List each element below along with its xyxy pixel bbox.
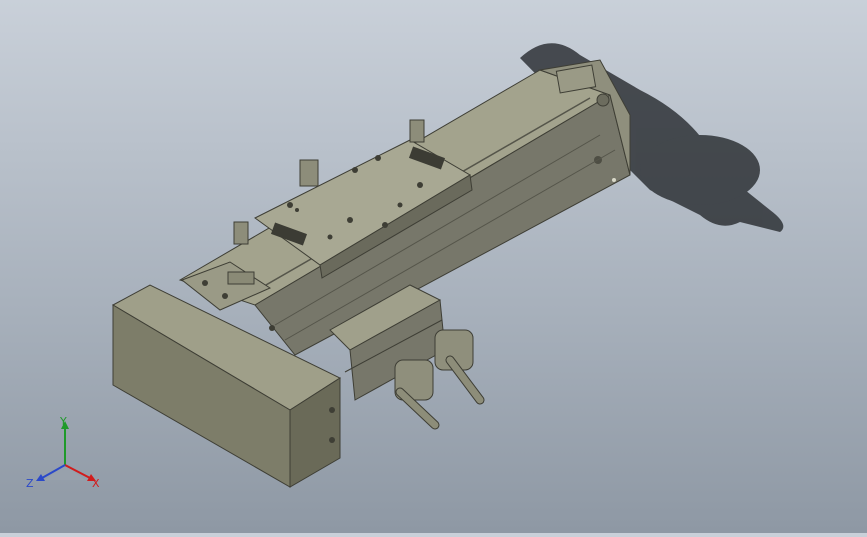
- y-axis-label: Y: [59, 415, 67, 428]
- 3d-viewport[interactable]: [0, 0, 867, 533]
- z-axis-label: Z: [26, 477, 34, 490]
- axis-triad: Y X Z: [20, 415, 110, 500]
- x-axis-label: X: [92, 477, 100, 490]
- model-canvas[interactable]: [0, 0, 867, 533]
